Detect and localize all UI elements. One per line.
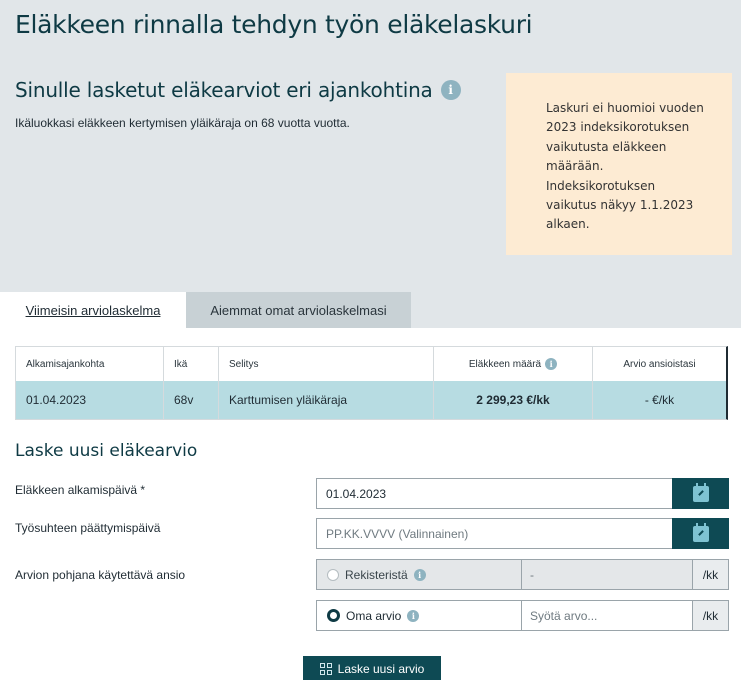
tab-bar: Viimeisin arviolaskelma Aiemmat omat arv… xyxy=(0,292,741,328)
tab-label: Viimeisin arviolaskelma xyxy=(25,302,161,318)
notice-line: Indeksikorotuksen xyxy=(546,178,656,193)
column-header-description: Selitys xyxy=(219,347,434,381)
register-option-label: Rekisteristä xyxy=(345,567,408,582)
start-date-label: Eläkkeen alkamispäivä * xyxy=(15,483,146,497)
column-header-start: Alkamisajankohta xyxy=(16,347,164,381)
info-icon[interactable]: i xyxy=(407,609,420,622)
own-estimate-unit: /kk xyxy=(692,600,729,631)
calendar-icon xyxy=(692,522,709,542)
calculator-title: Laske uusi eläkearvio xyxy=(15,441,198,461)
register-unit: /kk xyxy=(692,559,729,590)
section-title: Sinulle lasketut eläkearviot eri ajankoh… xyxy=(15,78,461,102)
radio-register[interactable] xyxy=(327,568,339,581)
cell-amount: 2 299,23 €/kk xyxy=(434,381,593,419)
own-estimate-input[interactable]: Syötä arvo... xyxy=(521,600,693,631)
register-income-value: - xyxy=(521,559,693,590)
end-date-label: Työsuhteen päättymispäivä xyxy=(15,521,161,535)
start-date-calendar-button[interactable] xyxy=(672,478,729,509)
calculate-button[interactable]: Laske uusi arvio xyxy=(303,656,441,680)
tab-latest-estimate[interactable]: Viimeisin arviolaskelma xyxy=(0,292,186,328)
info-icon[interactable]: i xyxy=(413,568,426,581)
info-icon[interactable]: i xyxy=(440,80,461,100)
calendar-icon xyxy=(692,482,709,502)
index-notice: Laskuri ei huomioi vuoden 2023 indeksiko… xyxy=(506,73,732,255)
notice-line: alkaen. xyxy=(546,217,590,232)
results-table: Alkamisajankohta Ikä Selitys Eläkkeen mä… xyxy=(15,346,728,420)
cell-description: Karttumisen yläikäraja xyxy=(219,381,434,419)
notice-line: 2023 indeksikorotuksen xyxy=(546,120,690,135)
register-income-option[interactable]: Rekisteristä i xyxy=(316,559,522,590)
info-icon[interactable]: i xyxy=(545,358,558,370)
table-header: Alkamisajankohta Ikä Selitys Eläkkeen mä… xyxy=(16,347,726,381)
end-date-calendar-button[interactable] xyxy=(672,518,729,549)
column-header-estimate: Arvio ansioistasi xyxy=(623,358,696,370)
notice-line: vaikutusta eläkkeen xyxy=(546,139,667,154)
tab-label: Aiemmat omat arviolaskelmasi xyxy=(210,302,387,318)
own-option-label: Oma arvio xyxy=(346,608,402,623)
own-estimate-option[interactable]: Oma arvio i xyxy=(316,600,522,631)
cell-estimate: - €/kk xyxy=(644,393,675,407)
page-title: Eläkkeen rinnalla tehdyn työn eläkelasku… xyxy=(15,10,533,39)
notice-line: määrään. xyxy=(546,159,604,174)
section-title-text: Sinulle lasketut eläkearviot eri ajankoh… xyxy=(15,78,433,102)
column-header-amount: Eläkkeen määrä i xyxy=(434,347,593,381)
radio-own-estimate[interactable] xyxy=(327,609,340,622)
income-basis-label: Arvion pohjana käytettävä ansio xyxy=(15,568,186,582)
table-row: 01.04.2023 68v Karttumisen yläikäraja 2 … xyxy=(16,381,726,419)
calculator-icon xyxy=(319,663,332,675)
start-date-input[interactable]: 01.04.2023 xyxy=(316,478,672,509)
start-date-field: 01.04.2023 xyxy=(316,478,729,509)
end-date-field: PP.KK.VVVV (Valinnainen) xyxy=(316,518,729,549)
column-header-amount-label: Eläkkeen määrä xyxy=(468,358,542,370)
calculate-button-label: Laske uusi arvio xyxy=(337,662,425,676)
cell-age: 68v xyxy=(164,381,219,419)
column-header-age: Ikä xyxy=(164,347,219,381)
cell-start: 01.04.2023 xyxy=(16,381,164,419)
notice-line: Laskuri ei huomioi vuoden xyxy=(546,101,704,115)
end-date-input[interactable]: PP.KK.VVVV (Valinnainen) xyxy=(316,518,672,549)
tab-previous-estimates[interactable]: Aiemmat omat arviolaskelmasi xyxy=(186,292,411,328)
age-limit-text: Ikäluokkasi eläkkeen kertymisen yläikära… xyxy=(15,116,350,130)
notice-line: vaikutus näkyy 1.1.2023 xyxy=(546,198,694,213)
header-panel: Eläkkeen rinnalla tehdyn työn eläkelasku… xyxy=(0,0,741,328)
